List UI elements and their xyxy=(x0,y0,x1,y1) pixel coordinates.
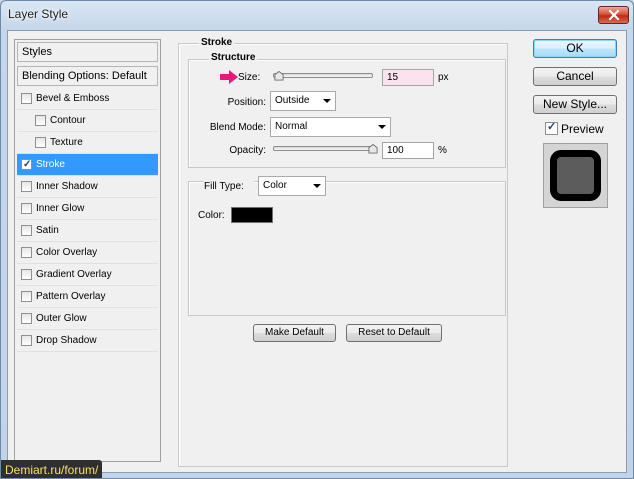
fill-type-label: Fill Type: xyxy=(204,181,254,192)
window-title: Layer Style xyxy=(8,7,69,21)
style-item-label: Color Overlay xyxy=(36,247,98,258)
styles-list: Styles Blending Options: Default Bevel &… xyxy=(14,39,161,462)
style-checkbox[interactable] xyxy=(21,154,32,176)
opacity-slider-thumb-icon[interactable] xyxy=(368,144,378,154)
reset-to-default-button[interactable]: Reset to Default xyxy=(346,324,442,342)
fill-type-value: Color xyxy=(263,180,287,191)
style-item-label: Satin xyxy=(36,225,59,236)
size-slider-track[interactable] xyxy=(273,73,373,78)
style-item-label: Outer Glow xyxy=(36,313,87,324)
style-item-pattern-overlay[interactable]: Pattern Overlay xyxy=(17,286,158,308)
position-value: Outside xyxy=(275,95,310,106)
style-item-label: Contour xyxy=(50,115,86,126)
style-item-label: Bevel & Emboss xyxy=(36,93,110,104)
style-item-texture[interactable]: Texture xyxy=(17,132,158,154)
style-item-gradient-overlay[interactable]: Gradient Overlay xyxy=(17,264,158,286)
style-checkbox[interactable] xyxy=(35,137,46,148)
style-checkbox[interactable] xyxy=(35,115,46,126)
style-item-label: Gradient Overlay xyxy=(36,269,112,280)
position-dropdown[interactable]: Outside xyxy=(270,91,336,111)
style-item-inner-glow[interactable]: Inner Glow xyxy=(17,198,158,220)
blend-mode-value: Normal xyxy=(275,121,308,132)
style-checkbox[interactable] xyxy=(21,313,32,324)
position-label: Position: xyxy=(227,97,266,108)
dialog-client-area: Styles Blending Options: Default Bevel &… xyxy=(7,30,627,473)
style-checkbox[interactable] xyxy=(21,93,32,104)
watermark: Demiart.ru/forum/ xyxy=(1,460,103,478)
style-item-label: Texture xyxy=(50,137,83,148)
style-checkbox[interactable] xyxy=(21,203,32,214)
size-label: Size: xyxy=(238,72,261,83)
chevron-down-icon xyxy=(313,184,321,188)
style-checkbox[interactable] xyxy=(21,269,32,280)
ok-button[interactable]: OK xyxy=(533,39,617,58)
blending-options-item[interactable]: Blending Options: Default xyxy=(17,66,158,86)
style-item-color-overlay[interactable]: Color Overlay xyxy=(17,242,158,264)
size-unit: px xyxy=(438,72,449,83)
opacity-slider-track[interactable] xyxy=(273,146,373,151)
layer-style-dialog: Layer Style Styles Blending Options: Def… xyxy=(0,0,634,479)
style-item-label: Pattern Overlay xyxy=(36,291,106,302)
preview-checkbox[interactable] xyxy=(545,120,558,135)
style-checkbox[interactable] xyxy=(21,225,32,236)
fill-type-dropdown[interactable]: Color xyxy=(258,176,326,196)
cancel-button[interactable]: Cancel xyxy=(533,67,617,86)
title-bar[interactable]: Layer Style xyxy=(1,1,633,29)
style-item-bevel-emboss[interactable]: Bevel & Emboss xyxy=(17,88,158,110)
style-item-satin[interactable]: Satin xyxy=(17,220,158,242)
blend-mode-dropdown[interactable]: Normal xyxy=(270,117,391,137)
color-label: Color: xyxy=(198,210,225,221)
style-item-label: Inner Glow xyxy=(36,203,85,214)
opacity-input[interactable]: 100 xyxy=(382,142,434,159)
style-checkbox[interactable] xyxy=(21,181,32,192)
structure-group-title: Structure xyxy=(209,52,258,64)
style-item-drop-shadow[interactable]: Drop Shadow xyxy=(17,330,158,352)
stroke-group-title: Stroke xyxy=(199,37,235,49)
close-x-icon xyxy=(608,10,619,20)
preview-label: Preview xyxy=(561,122,604,136)
style-item-contour[interactable]: Contour xyxy=(17,110,158,132)
chevron-down-icon xyxy=(378,125,386,129)
opacity-unit: % xyxy=(438,145,447,156)
style-item-outer-glow[interactable]: Outer Glow xyxy=(17,308,158,330)
style-item-label: Drop Shadow xyxy=(36,335,97,346)
style-item-label: Inner Shadow xyxy=(36,181,98,192)
style-item-inner-shadow[interactable]: Inner Shadow xyxy=(17,176,158,198)
preview-thumbnail xyxy=(543,143,608,208)
fill-type-group xyxy=(188,181,506,316)
styles-header[interactable]: Styles xyxy=(17,42,158,62)
style-item-label: Stroke xyxy=(36,159,65,170)
style-item-stroke[interactable]: Stroke xyxy=(17,154,158,176)
close-button[interactable] xyxy=(598,6,629,24)
style-checkbox[interactable] xyxy=(21,335,32,346)
blend-mode-label: Blend Mode: xyxy=(209,122,266,133)
stroke-color-swatch[interactable] xyxy=(231,207,273,223)
style-checkbox[interactable] xyxy=(21,247,32,258)
chevron-down-icon xyxy=(323,99,331,103)
pink-right-arrow-icon xyxy=(220,70,238,84)
preview-stroked-square xyxy=(550,150,601,201)
opacity-label: Opacity: xyxy=(229,145,266,156)
size-input[interactable]: 15 xyxy=(382,69,434,86)
new-style-button[interactable]: New Style... xyxy=(533,95,617,114)
style-checkbox[interactable] xyxy=(21,291,32,302)
make-default-button[interactable]: Make Default xyxy=(253,324,336,342)
size-slider-thumb-icon[interactable] xyxy=(274,71,284,81)
